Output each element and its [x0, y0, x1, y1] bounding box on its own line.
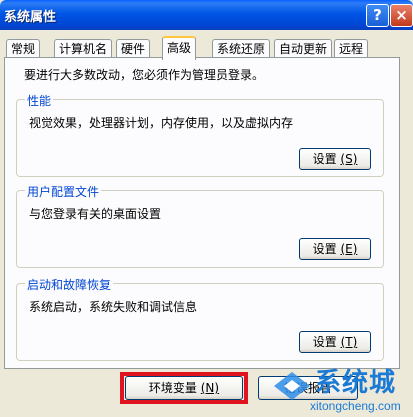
startup-recovery-group: 启动和故障恢复 系统启动，系统失败和调试信息 设置 (T) — [16, 276, 384, 361]
user-profiles-description: 与您登录有关的桌面设置 — [29, 207, 162, 221]
startup-recovery-settings-key: (T) — [340, 335, 358, 349]
tab-remote[interactable]: 远程 — [334, 39, 369, 58]
performance-settings-key: (S) — [340, 152, 358, 166]
performance-description: 视觉效果，处理器计划，内存使用，以及虚拟内存 — [29, 116, 294, 130]
tab-automatic-updates[interactable]: 自动更新 — [274, 39, 333, 58]
performance-settings-label: 设置 — [312, 152, 337, 166]
highlight-box — [120, 372, 248, 404]
tab-advanced[interactable]: 高级 — [162, 36, 197, 60]
tab-general[interactable]: 常规 — [6, 39, 41, 58]
tab-hardware[interactable]: 硬件 — [116, 39, 151, 58]
performance-settings-button[interactable]: 设置 (S) — [299, 148, 371, 170]
tab-computer-name[interactable]: 计算机名 — [54, 39, 113, 58]
user-profiles-group-title: 用户配置文件 — [25, 183, 102, 200]
close-button[interactable]: × — [390, 4, 413, 27]
startup-recovery-group-title: 启动和故障恢复 — [25, 276, 114, 293]
user-profiles-group: 用户配置文件 与您登录有关的桌面设置 设置 (E) — [16, 183, 384, 268]
watermark-name: 系统城 — [315, 368, 397, 398]
user-profiles-settings-label: 设置 — [312, 242, 337, 256]
watermark-domain: xitongcheng.com — [310, 399, 401, 413]
tab-system-restore[interactable]: 系统还原 — [212, 39, 271, 58]
performance-group-title: 性能 — [25, 92, 54, 109]
startup-recovery-settings-button[interactable]: 设置 (T) — [299, 331, 371, 353]
title-bar: 系统属性 ? × — [0, 0, 413, 30]
startup-recovery-description: 系统启动，系统失败和调试信息 — [29, 300, 198, 314]
user-profiles-settings-button[interactable]: 设置 (E) — [299, 238, 371, 260]
window-title: 系统属性 — [4, 10, 57, 25]
help-button[interactable]: ? — [366, 4, 389, 27]
startup-recovery-settings-label: 设置 — [312, 335, 337, 349]
user-profiles-settings-key: (E) — [340, 242, 358, 256]
performance-group: 性能 视觉效果，处理器计划，内存使用，以及虚拟内存 设置 (S) — [16, 92, 384, 177]
admin-note: 要进行大多数改动，您必须作为管理员登录。 — [24, 68, 265, 82]
